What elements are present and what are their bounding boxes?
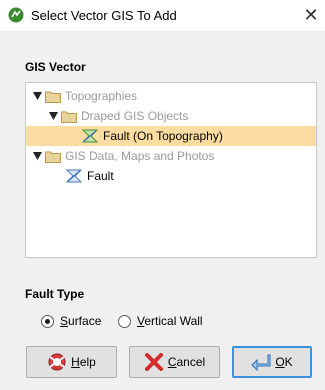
tree-item-label: Draped GIS Objects bbox=[81, 109, 189, 123]
folder-icon bbox=[61, 111, 77, 123]
cancel-button-label: Cancel bbox=[167, 355, 206, 369]
ok-button-label: OK bbox=[275, 355, 293, 369]
expand-arrow-icon[interactable] bbox=[32, 151, 42, 161]
cancel-icon bbox=[144, 353, 163, 371]
tree-item-label: Fault bbox=[87, 169, 114, 183]
gis-vector-heading: GIS Vector bbox=[25, 60, 86, 74]
radio-button-unchecked[interactable] bbox=[118, 314, 131, 328]
tree-item-topographies[interactable]: Topographies bbox=[32, 86, 137, 106]
tree-item-fault[interactable]: Fault bbox=[66, 166, 114, 186]
radio-label: Vertical Wall bbox=[137, 314, 203, 328]
expand-arrow-icon[interactable] bbox=[48, 111, 58, 121]
tree-item-label: GIS Data, Maps and Photos bbox=[65, 149, 215, 163]
select-vector-gis-dialog: Select Vector GIS To Add ✕ GIS Vector To… bbox=[0, 0, 325, 390]
radio-surface[interactable]: Surface bbox=[41, 313, 101, 329]
gis-vector-icon bbox=[66, 169, 82, 183]
tree-item-draped-gis-objects[interactable]: Draped GIS Objects bbox=[48, 106, 188, 126]
gis-vector-icon bbox=[82, 129, 98, 143]
help-button-label: Help bbox=[71, 355, 96, 369]
tree-item-gis-data-maps-photos[interactable]: GIS Data, Maps and Photos bbox=[32, 146, 214, 166]
ok-button[interactable]: OK bbox=[232, 346, 312, 378]
title-bar: Select Vector GIS To Add ✕ bbox=[0, 0, 325, 31]
folder-icon bbox=[45, 151, 61, 163]
radio-vertical-wall[interactable]: Vertical Wall bbox=[118, 313, 203, 329]
close-icon: ✕ bbox=[303, 5, 319, 25]
help-button[interactable]: Help bbox=[26, 346, 117, 378]
tree-item-fault-on-topography[interactable]: Fault (On Topography) bbox=[26, 126, 316, 146]
fault-type-heading: Fault Type bbox=[25, 287, 85, 301]
expand-arrow-icon[interactable] bbox=[32, 91, 42, 101]
app-logo-icon bbox=[8, 7, 24, 23]
tree-item-label: Fault (On Topography) bbox=[103, 129, 223, 143]
folder-icon bbox=[45, 91, 61, 103]
enter-arrow-icon bbox=[251, 354, 271, 371]
window-title: Select Vector GIS To Add bbox=[31, 8, 177, 23]
gis-vector-tree[interactable]: Topographies Draped GIS Objects Fault (O… bbox=[25, 82, 317, 258]
cancel-button[interactable]: Cancel bbox=[129, 346, 220, 378]
tree-item-label: Topographies bbox=[65, 89, 138, 103]
radio-button-checked[interactable] bbox=[41, 314, 54, 328]
radio-label: Surface bbox=[60, 314, 102, 328]
close-button[interactable]: ✕ bbox=[297, 0, 325, 31]
help-icon bbox=[48, 353, 66, 371]
